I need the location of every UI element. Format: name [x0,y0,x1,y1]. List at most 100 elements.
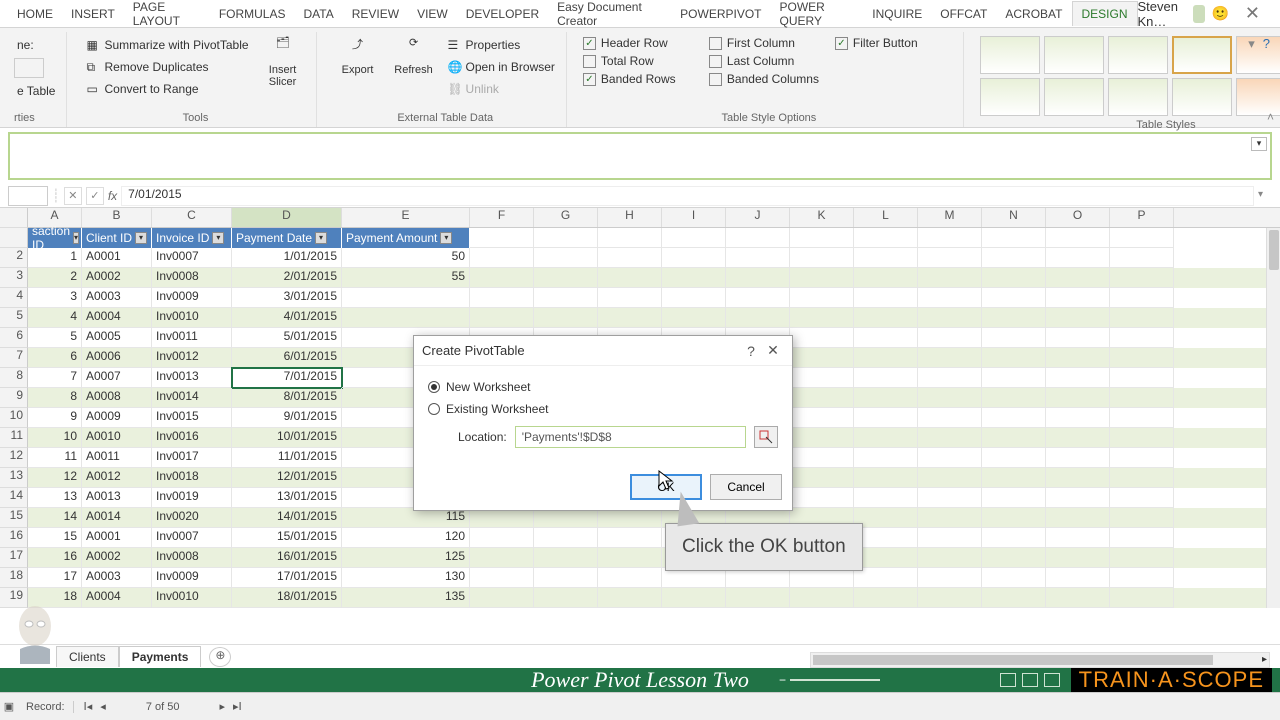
ribbon-tab-data[interactable]: DATA [295,2,343,26]
ribbon-tab-inquire[interactable]: INQUIRE [863,2,931,26]
column-header-P[interactable]: P [1110,208,1174,227]
table-row[interactable]: 43A0003Inv00093/01/2015 [0,288,1280,308]
column-header-N[interactable]: N [982,208,1046,227]
table-style-gallery[interactable] [980,36,1280,116]
window-close-button[interactable]: ✕ [1235,3,1270,24]
filter-icon[interactable]: ▾ [315,232,327,244]
ribbon-tab-formulas[interactable]: FORMULAS [210,2,295,26]
table-row[interactable]: 1716A0002Inv000816/01/2015125 [0,548,1280,568]
view-layout-button[interactable] [1022,673,1038,687]
help-icon[interactable]: ? [1263,36,1270,52]
column-header-M[interactable]: M [918,208,982,227]
radio-new-worksheet[interactable]: New Worksheet [428,376,778,398]
checkbox-banded-rows[interactable]: ✓Banded Rows [583,72,703,86]
horizontal-scrollbar[interactable]: ▸ [810,652,1270,668]
location-input[interactable] [515,426,746,448]
vertical-scrollbar[interactable] [1266,228,1280,608]
ribbon-tab-home[interactable]: HOME [8,2,62,26]
checkbox-filter-btn[interactable]: ✓Filter Button [835,36,955,50]
user-name[interactable]: Steven Kn… [1138,0,1188,29]
dialog-help-button[interactable]: ? [740,343,762,359]
open-browser-button[interactable]: 🌐Open in Browser [445,58,558,76]
table-header[interactable]: Payment Date▾ [232,228,342,248]
ribbon-dropdown-icon[interactable]: ▾ [1248,36,1255,52]
column-header-J[interactable]: J [726,208,790,227]
ribbon-tab-insert[interactable]: INSERT [62,2,124,26]
properties-button[interactable]: ☰Properties [445,36,558,54]
message-bar-dropdown[interactable]: ▾ [1251,137,1267,151]
table-row[interactable]: 1514A0014Inv002014/01/2015115 [0,508,1280,528]
name-box[interactable] [8,186,48,206]
remove-duplicates-button[interactable]: ⧉Remove Duplicates [83,58,251,76]
enter-formula-button[interactable]: ✓ [86,187,104,205]
filter-icon[interactable]: ▾ [440,232,452,244]
view-normal-button[interactable] [1000,673,1016,687]
table-header[interactable]: Client ID▾ [82,228,152,248]
ribbon-tab-review[interactable]: REVIEW [343,2,408,26]
collapse-ribbon-button[interactable]: ˄ [1267,110,1274,124]
column-header-F[interactable]: F [470,208,534,227]
insert-slicer-button[interactable]: 🗂Insert Slicer [258,36,308,88]
column-header-K[interactable]: K [790,208,854,227]
checkbox-total-row[interactable]: Total Row [583,54,703,68]
first-record-button[interactable]: Ⅰ◂ [84,700,93,713]
ribbon-tab-powerpivot[interactable]: POWERPIVOT [671,2,770,26]
radio-existing-worksheet[interactable]: Existing Worksheet [428,398,778,420]
ribbon-tab-page-layout[interactable]: PAGE LAYOUT [124,0,210,33]
table-row[interactable]: 1615A0001Inv000715/01/2015120 [0,528,1280,548]
expand-formula-button[interactable]: ▾ [1258,189,1272,203]
column-header-B[interactable]: B [82,208,152,227]
sheet-tab-clients[interactable]: Clients [56,646,119,667]
checkbox-header-row[interactable]: ✓Header Row [583,36,703,50]
zoom-out-button[interactable]: − [779,673,786,687]
column-header-E[interactable]: E [342,208,470,227]
column-header-C[interactable]: C [152,208,232,227]
table-row[interactable]: 1817A0003Inv000917/01/2015130 [0,568,1280,588]
sheet-tab-payments[interactable]: Payments [119,646,202,667]
range-select-button[interactable] [754,426,778,448]
ribbon-tab-easy-document-creator[interactable]: Easy Document Creator [548,0,671,33]
ribbon-tab-view[interactable]: VIEW [408,2,457,26]
table-header[interactable]: Payment Amount▾ [342,228,470,248]
macro-record-icon[interactable]: ▣ [0,700,18,713]
ribbon-tab-power-query[interactable]: POWER QUERY [771,0,864,33]
dialog-close-button[interactable]: ✕ [762,342,784,359]
add-sheet-button[interactable]: ⊕ [209,647,231,667]
checkbox-last-col[interactable]: Last Column [709,54,829,68]
refresh-button[interactable]: ⟳Refresh [389,36,439,76]
prev-record-button[interactable]: ◂ [100,700,106,713]
table-row[interactable]: 54A0004Inv00104/01/2015 [0,308,1280,328]
next-record-button[interactable]: ▸ [219,700,225,713]
column-header-H[interactable]: H [598,208,662,227]
ribbon-tab-developer[interactable]: DEVELOPER [457,2,548,26]
column-header-L[interactable]: L [854,208,918,227]
convert-range-button[interactable]: ▭Convert to Range [83,80,251,98]
fx-icon[interactable]: fx [108,189,117,203]
table-header[interactable]: Invoice ID▾ [152,228,232,248]
cancel-formula-button[interactable]: ✕ [64,187,82,205]
resize-table-button[interactable]: e Table [14,82,58,100]
filter-icon[interactable]: ▾ [135,232,147,244]
cancel-button[interactable]: Cancel [710,474,782,500]
filter-icon[interactable]: ▾ [212,232,224,244]
checkbox-banded-cols[interactable]: Banded Columns [709,72,829,86]
table-row[interactable]: 21A0001Inv00071/01/201550 [0,248,1280,268]
last-record-button[interactable]: ▸Ⅰ [233,700,242,713]
checkbox-first-col[interactable]: First Column [709,36,829,50]
ribbon-tab-design[interactable]: DESIGN [1072,1,1138,26]
column-header-O[interactable]: O [1046,208,1110,227]
ribbon-tab-offcat[interactable]: OFFCAT [931,2,996,26]
table-row[interactable]: 32A0002Inv00082/01/201555 [0,268,1280,288]
ribbon-tab-acrobat[interactable]: ACROBAT [996,2,1071,26]
table-header[interactable]: saction ID▾ [28,228,82,248]
filter-icon[interactable]: ▾ [73,232,79,244]
column-header-I[interactable]: I [662,208,726,227]
column-header-D[interactable]: D [232,208,342,227]
export-button[interactable]: ⤴Export [333,36,383,76]
formula-input[interactable]: 7/01/2015 [121,186,1254,206]
view-break-button[interactable] [1044,673,1060,687]
table-row[interactable]: 1918A0004Inv001018/01/2015135 [0,588,1280,608]
table-name-input[interactable] [14,58,44,78]
summarize-pivot-button[interactable]: ▦Summarize with PivotTable [83,36,251,54]
column-header-G[interactable]: G [534,208,598,227]
